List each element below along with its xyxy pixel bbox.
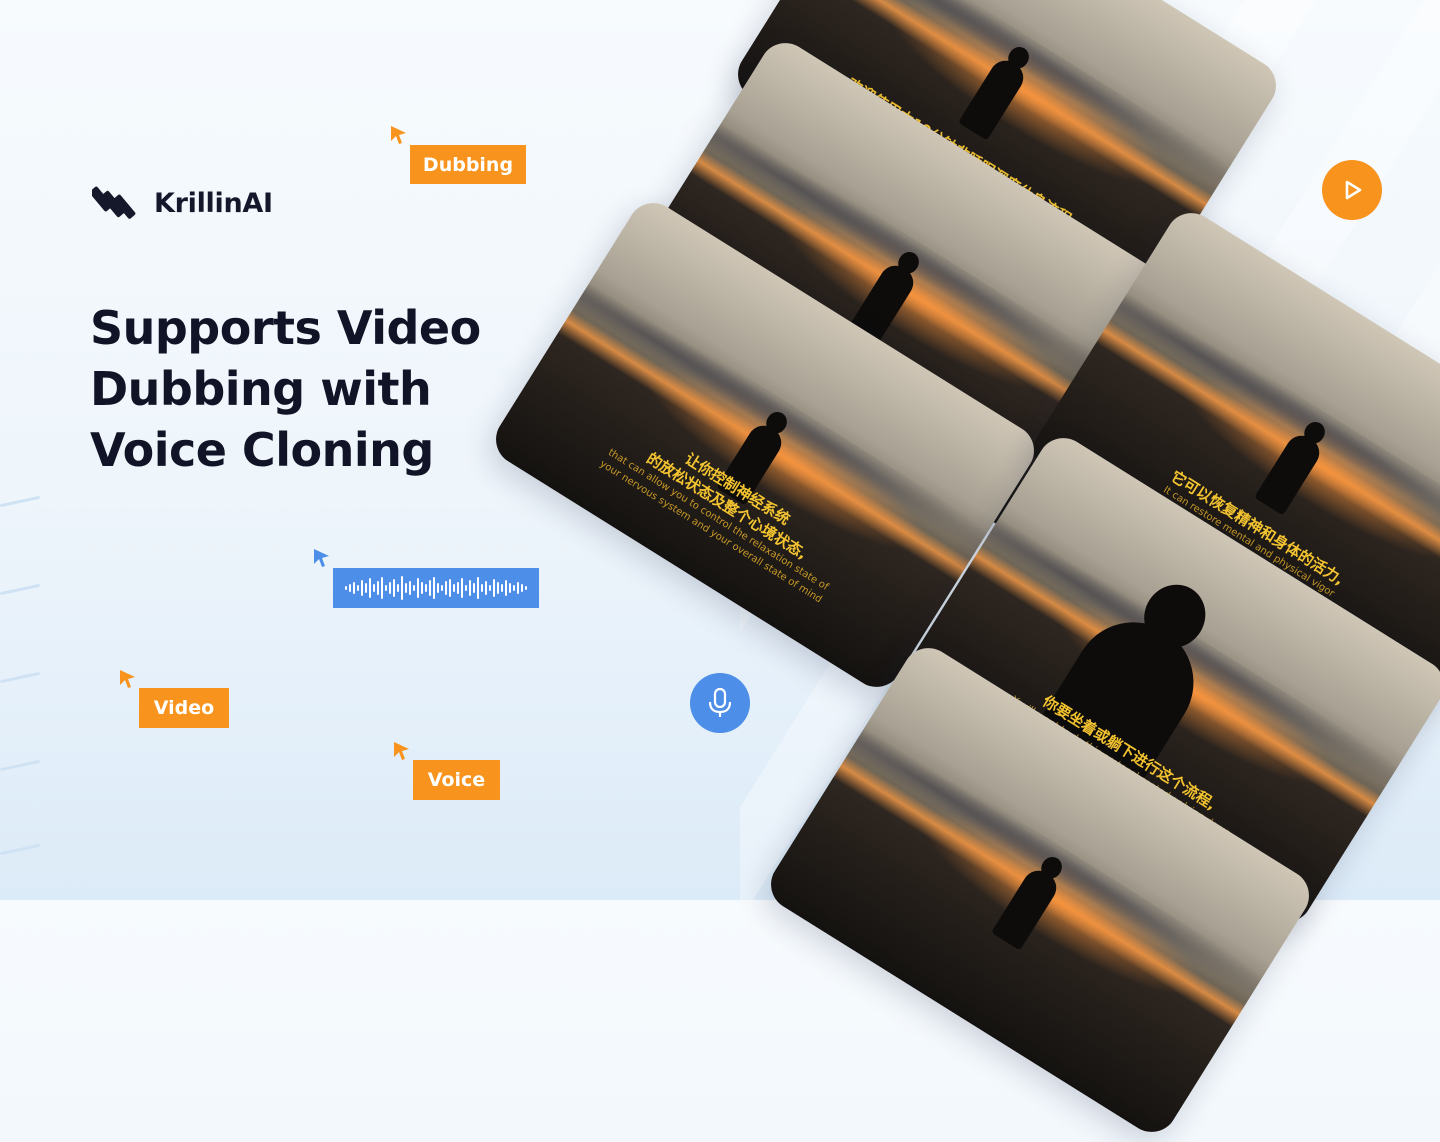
decorative-stripe [0, 495, 40, 508]
voice-tag-label: Voice [427, 769, 486, 791]
play-button[interactable] [1322, 160, 1382, 220]
headline-line: Voice Cloning [90, 423, 434, 477]
decorative-stripe [0, 843, 40, 856]
headline-line: Supports Video [90, 301, 481, 355]
audio-waveform-icon[interactable] [333, 568, 539, 608]
cursor-arrow-icon [120, 670, 135, 688]
voice-tag[interactable]: Voice [413, 760, 500, 800]
microphone-button[interactable] [690, 673, 750, 733]
dubbing-tag[interactable]: Dubbing [410, 145, 526, 184]
decorative-stripe [0, 671, 40, 684]
cursor-arrow-icon [391, 126, 406, 144]
cursor-arrow-icon [314, 549, 329, 567]
krillin-logo-icon [89, 180, 138, 226]
decorative-stripe [0, 583, 40, 596]
brand-name: KrillinAI [154, 187, 273, 219]
cursor-arrow-icon [394, 742, 409, 760]
brand-logo[interactable]: KrillinAI [89, 180, 273, 226]
play-icon [1345, 180, 1362, 200]
microphone-icon [708, 687, 732, 717]
video-tag[interactable]: Video [139, 688, 229, 728]
video-tag-label: Video [153, 697, 215, 719]
dubbing-tag-label: Dubbing [422, 153, 514, 176]
page-headline: Supports Video Dubbing with Voice Clonin… [90, 298, 510, 481]
headline-line: Dubbing with [90, 362, 432, 416]
decorative-stripe [0, 759, 40, 772]
